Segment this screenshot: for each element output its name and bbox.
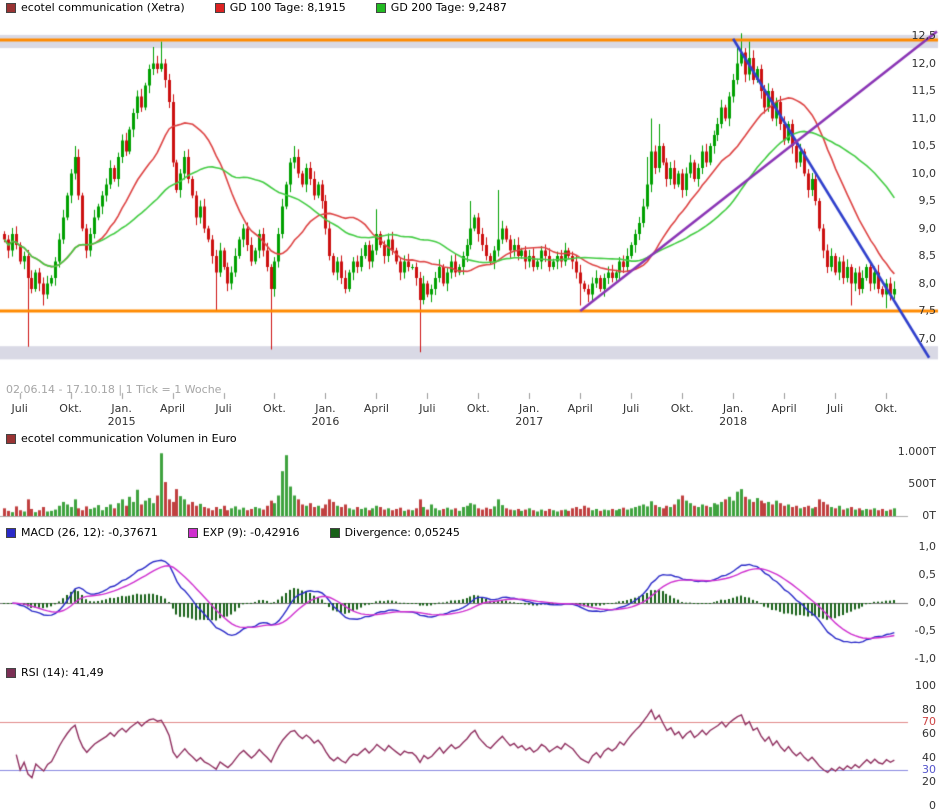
main-chart-legend: ecotel communication (Xetra) GD 100 Tage… — [6, 1, 537, 14]
volume-legend-item: ecotel communication Volumen in Euro — [6, 432, 237, 445]
rsi-chart-legend: RSI (14): 41,49 — [6, 666, 134, 679]
main-y-axis-label: 7,0 — [918, 331, 937, 345]
macd-legend-label: MACD (26, 12): -0,37671 — [21, 526, 158, 539]
main-y-axis-label: 8,5 — [918, 249, 937, 262]
volume-chart-legend: ecotel communication Volumen in Euro — [6, 432, 267, 445]
gd100-color-swatch — [214, 2, 225, 13]
macd-y-axis-label: 1,0 — [918, 540, 937, 553]
x-axis-label: Jan. — [111, 402, 132, 415]
x-axis-label: Okt. — [466, 402, 490, 415]
main-y-axis-label: 10,0 — [911, 166, 937, 180]
rsi-legend-label: RSI (14): 41,49 — [21, 666, 104, 679]
rsi-y-axis-label: 0 — [929, 799, 936, 812]
macd-divergence-legend-label: Divergence: 0,05245 — [344, 526, 460, 539]
x-axis-year: 2016 — [311, 415, 340, 428]
macd-y-axis-label: -1,0 — [914, 652, 936, 665]
macd-legend-item: MACD (26, 12): -0,37671 — [6, 526, 158, 539]
x-axis-label: Okt. — [263, 402, 286, 415]
x-axis-year: 2017 — [515, 415, 544, 428]
x-axis-label: Juli — [419, 402, 436, 415]
macd-color-swatch — [6, 527, 16, 538]
macd-exp-color-swatch — [187, 527, 198, 538]
rsi-y-axis-label: 20 — [922, 775, 936, 788]
x-axis-label: Okt. — [670, 402, 694, 415]
macd-y-axis-label: 0,0 — [918, 596, 937, 609]
x-axis-label: April — [363, 402, 389, 415]
x-axis-label: April — [159, 402, 186, 415]
volume-color-swatch — [6, 433, 16, 444]
gd200-color-swatch — [375, 2, 386, 13]
x-axis-year: 2015 — [107, 415, 136, 428]
gd100-legend-label: GD 100 Tage: 8,1915 — [229, 1, 346, 14]
rsi-legend-item: RSI (14): 41,49 — [6, 666, 104, 679]
macd-exp-legend-item: EXP (9): -0,42916 — [187, 526, 300, 539]
x-axis-label: Juli — [215, 402, 232, 415]
main-y-axis-label: 9,0 — [918, 221, 937, 235]
x-axis-label: Jan. — [519, 402, 540, 415]
macd-y-axis-label: 0,5 — [918, 568, 937, 581]
main-y-axis-label: 12,0 — [911, 56, 937, 70]
x-axis-label: Juli — [623, 402, 640, 415]
gd200-legend-item: GD 200 Tage: 9,2487 — [375, 1, 507, 14]
macd-chart-legend: MACD (26, 12): -0,37671 EXP (9): -0,4291… — [6, 526, 490, 539]
gd200-legend-label: GD 200 Tage: 9,2487 — [390, 1, 507, 14]
rsi-y-axis-label: 100 — [915, 679, 936, 692]
macd-y-axis-label: -0,5 — [914, 624, 936, 637]
main-y-axis-label: 9,5 — [918, 194, 937, 207]
volume-legend-label: ecotel communication Volumen in Euro — [21, 432, 237, 445]
main-y-axis-label: 7,5 — [918, 304, 937, 317]
macd-exp-legend-label: EXP (9): -0,42916 — [202, 526, 300, 539]
instrument-color-swatch — [6, 2, 16, 13]
main-y-axis-label: 8,0 — [918, 276, 937, 290]
main-y-axis-label: 10,5 — [911, 139, 937, 152]
x-axis-label: Jan. — [722, 402, 744, 415]
x-axis-label: Okt. — [874, 402, 898, 415]
main-y-axis-label: 11,5 — [911, 84, 937, 97]
x-axis-label: Juli — [826, 402, 844, 415]
gd100-legend-item: GD 100 Tage: 8,1915 — [214, 1, 346, 14]
x-axis-label: Juli — [11, 402, 28, 415]
volume-y-axis-label: 1.000T — [897, 445, 936, 458]
date-range-note: 02.06.14 - 17.10.18 | 1 Tick = 1 Woche — [6, 383, 222, 396]
macd-divergence-legend-item: Divergence: 0,05245 — [329, 526, 460, 539]
stock-chart-window: ecotel communication (Xetra) GD 100 Tage… — [0, 0, 940, 812]
rsi-y-axis-label: 60 — [922, 727, 936, 740]
main-y-axis-label: 11,0 — [911, 111, 937, 125]
x-axis-label: Jan. — [315, 402, 336, 415]
macd-divergence-color-swatch — [329, 527, 340, 538]
x-axis-label: April — [771, 402, 797, 415]
volume-y-axis-label: 0T — [922, 509, 936, 522]
x-axis-label: Okt. — [59, 402, 83, 415]
instrument-legend-label: ecotel communication (Xetra) — [21, 1, 185, 14]
volume-y-axis-label: 500T — [908, 477, 936, 490]
rsi-color-swatch — [6, 667, 16, 678]
instrument-legend-item: ecotel communication (Xetra) — [6, 1, 185, 14]
x-axis-label: April — [567, 402, 593, 415]
x-axis-year: 2018 — [719, 415, 748, 428]
main-y-axis-label: 12,5 — [911, 29, 937, 42]
